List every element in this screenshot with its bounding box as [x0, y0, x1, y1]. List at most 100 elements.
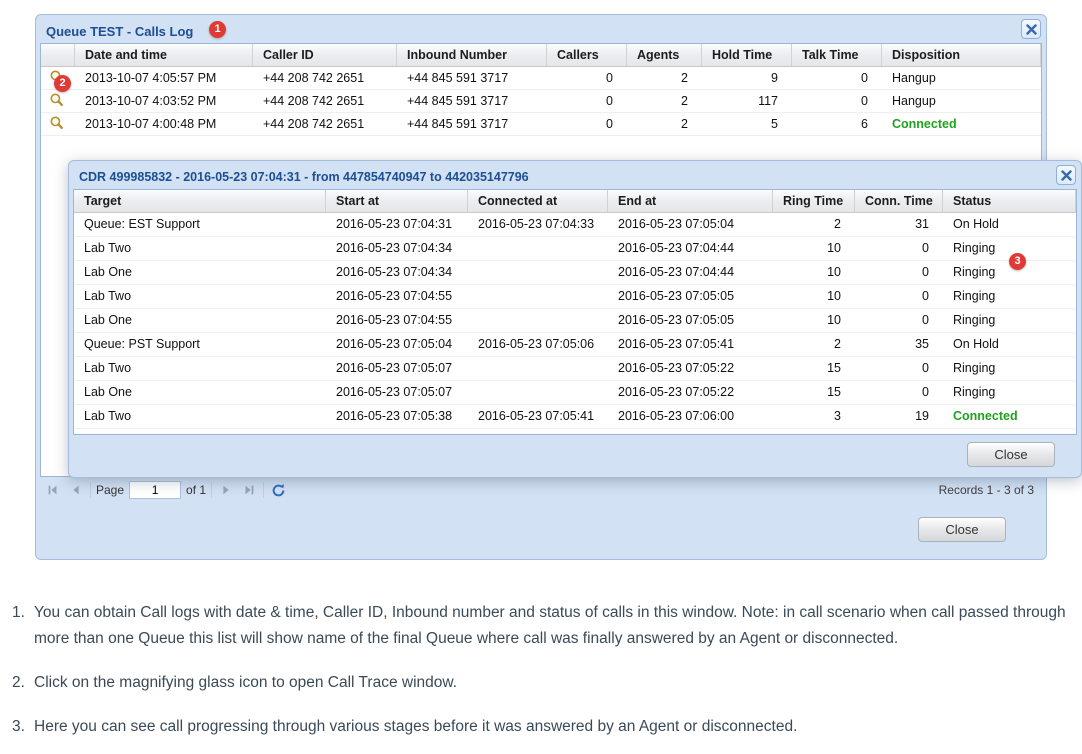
cell-datetime: 2013-10-07 4:05:57 PM	[75, 67, 253, 89]
col-header-holdtime[interactable]: Hold Time	[702, 44, 792, 66]
annotation-notes: 1. You can obtain Call logs with date & …	[12, 600, 1074, 754]
cell-endat: 2016-05-23 07:05:05	[608, 309, 773, 332]
col-header-callers[interactable]: Callers	[547, 44, 627, 66]
col-header-inbound[interactable]: Inbound Number	[397, 44, 547, 66]
cell-inbound: +44 845 591 3717	[397, 90, 547, 112]
cell-agents: 2	[627, 67, 702, 89]
toolbar-separator	[263, 482, 264, 498]
col-header-callerid[interactable]: Caller ID	[253, 44, 397, 66]
next-page-icon[interactable]	[217, 481, 235, 499]
cell-startat: 2016-05-23 07:04:55	[326, 285, 468, 308]
col-header-agents[interactable]: Agents	[627, 44, 702, 66]
note-number: 2.	[12, 670, 34, 696]
col-header-date[interactable]: Date and time	[75, 44, 253, 66]
cell-target: Lab One	[74, 309, 326, 332]
col-header-ringtime[interactable]: Ring Time	[773, 190, 855, 212]
cell-target: Lab Two	[74, 285, 326, 308]
cell-target: Lab Two	[74, 357, 326, 380]
page-input[interactable]	[129, 481, 181, 499]
x-glyph-icon	[1026, 24, 1037, 35]
cell-startat: 2016-05-23 07:04:34	[326, 261, 468, 284]
cell-ringtime: 10	[773, 285, 855, 308]
cell-connectedat	[468, 309, 608, 332]
magnifier-icon[interactable]	[41, 90, 75, 112]
cell-datetime: 2013-10-07 4:03:52 PM	[75, 90, 253, 112]
calls-log-title: Queue TEST - Calls Log	[46, 24, 193, 39]
table-row[interactable]: Lab One 2016-05-23 07:04:55 2016-05-23 0…	[74, 309, 1076, 333]
table-row[interactable]: Lab Two 2016-05-23 07:05:07 2016-05-23 0…	[74, 357, 1076, 381]
table-row[interactable]: 2013-10-07 4:03:52 PM +44 208 742 2651 +…	[41, 90, 1041, 113]
paging-toolbar: Page of 1 Records 1 - 3 of 3	[40, 477, 1042, 503]
cell-endat: 2016-05-23 07:05:05	[608, 285, 773, 308]
cell-ringtime: 2	[773, 213, 855, 236]
note-number: 3.	[12, 714, 34, 740]
close-icon[interactable]	[1056, 165, 1076, 185]
calls-log-footer: Close	[40, 503, 1042, 555]
last-page-icon[interactable]	[240, 481, 258, 499]
annotation-badge-1: 1	[209, 21, 226, 38]
col-header-target[interactable]: Target	[74, 190, 326, 212]
table-row[interactable]: Queue: EST Support 2016-05-23 07:04:31 2…	[74, 213, 1076, 237]
cell-ringtime: 2	[773, 333, 855, 356]
cell-ringtime: 15	[773, 357, 855, 380]
cell-endat: 2016-05-23 07:06:00	[608, 405, 773, 428]
cell-connectedat	[468, 237, 608, 260]
col-header-icon	[41, 44, 75, 66]
cell-status: On Hold	[943, 333, 1076, 356]
refresh-icon[interactable]	[269, 481, 287, 499]
cell-target: Queue: EST Support	[74, 213, 326, 236]
col-header-talktime[interactable]: Talk Time	[792, 44, 882, 66]
cdr-header-row: Target Start at Connected at End at Ring…	[74, 190, 1076, 213]
note-2: 2. Click on the magnifying glass icon to…	[12, 670, 1074, 696]
cell-status: Connected	[943, 405, 1076, 428]
x-glyph-icon	[1061, 170, 1072, 181]
cell-endat: 2016-05-23 07:05:41	[608, 333, 773, 356]
prev-page-icon[interactable]	[67, 481, 85, 499]
table-row[interactable]: Lab One 2016-05-23 07:04:34 2016-05-23 0…	[74, 261, 1076, 285]
cell-target: Lab One	[74, 381, 326, 404]
note-text: Here you can see call progressing throug…	[34, 714, 1074, 740]
cell-conntime: 19	[855, 405, 943, 428]
cell-connectedat: 2016-05-23 07:05:41	[468, 405, 608, 428]
cell-datetime: 2013-10-07 4:00:48 PM	[75, 113, 253, 135]
col-header-conntime[interactable]: Conn. Time	[855, 190, 943, 212]
first-page-icon[interactable]	[44, 481, 62, 499]
table-row[interactable]: Lab One 2016-05-23 07:05:07 2016-05-23 0…	[74, 381, 1076, 405]
cell-target: Queue: PST Support	[74, 333, 326, 356]
col-header-connectedat[interactable]: Connected at	[468, 190, 608, 212]
col-header-disposition[interactable]: Disposition	[882, 44, 1041, 66]
cell-connectedat	[468, 357, 608, 380]
cell-startat: 2016-05-23 07:05:07	[326, 381, 468, 404]
cell-callerid: +44 208 742 2651	[253, 67, 397, 89]
cell-connectedat: 2016-05-23 07:05:06	[468, 333, 608, 356]
cell-conntime: 0	[855, 357, 943, 380]
table-row[interactable]: Lab Two 2016-05-23 07:04:55 2016-05-23 0…	[74, 285, 1076, 309]
col-header-endat[interactable]: End at	[608, 190, 773, 212]
cell-connectedat	[468, 381, 608, 404]
col-header-startat[interactable]: Start at	[326, 190, 468, 212]
cell-target: Lab Two	[74, 405, 326, 428]
toolbar-separator	[90, 482, 91, 498]
cell-inbound: +44 845 591 3717	[397, 113, 547, 135]
table-row[interactable]: 2013-10-07 4:05:57 PM +44 208 742 2651 +…	[41, 67, 1041, 90]
close-icon[interactable]	[1021, 19, 1041, 39]
table-row[interactable]: Lab Two 2016-05-23 07:04:34 2016-05-23 0…	[74, 237, 1076, 261]
cell-target: Lab One	[74, 261, 326, 284]
table-row[interactable]: Lab Two 2016-05-23 07:05:38 2016-05-23 0…	[74, 405, 1076, 429]
cell-callers: 0	[547, 90, 627, 112]
cell-status: Ringing	[943, 285, 1076, 308]
screenshot: Queue TEST - Calls Log Date and time Cal…	[0, 0, 1082, 754]
cell-talktime: 0	[792, 67, 882, 89]
cell-ringtime: 10	[773, 309, 855, 332]
table-row[interactable]: 2013-10-07 4:00:48 PM +44 208 742 2651 +…	[41, 113, 1041, 136]
page-of-label: of 1	[186, 483, 206, 497]
col-header-status[interactable]: Status	[943, 190, 1076, 212]
cell-callers: 0	[547, 67, 627, 89]
close-button[interactable]: Close	[918, 517, 1006, 542]
close-button[interactable]: Close	[967, 442, 1055, 467]
table-row[interactable]: Queue: PST Support 2016-05-23 07:05:04 2…	[74, 333, 1076, 357]
toolbar-separator	[211, 482, 212, 498]
cell-holdtime: 117	[702, 90, 792, 112]
note-3: 3. Here you can see call progressing thr…	[12, 714, 1074, 740]
magnifier-icon[interactable]	[41, 113, 75, 135]
